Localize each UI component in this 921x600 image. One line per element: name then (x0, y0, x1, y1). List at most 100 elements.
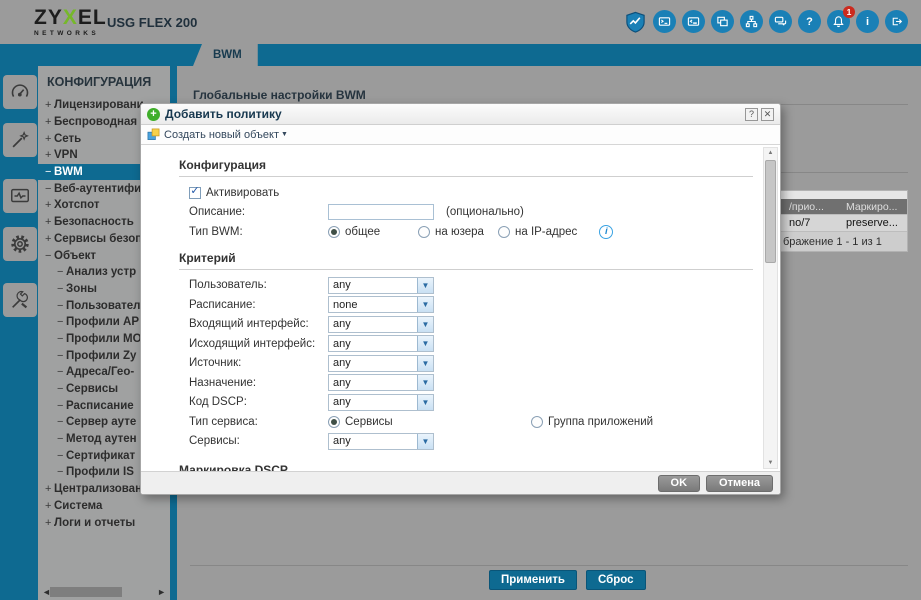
sidebar-horizontal-scrollbar[interactable]: ◄ ► (40, 586, 168, 598)
forum-chat-icon[interactable] (769, 10, 792, 33)
expand-toggle-icon[interactable]: − (57, 416, 66, 428)
expand-toggle-icon[interactable]: − (57, 433, 66, 445)
expand-toggle-icon[interactable]: − (45, 166, 54, 178)
chevron-down-icon[interactable]: ▼ (417, 297, 433, 312)
notification-bell-icon[interactable]: 1 (827, 10, 850, 33)
activate-label: Активировать (206, 187, 279, 199)
expand-toggle-icon[interactable]: − (57, 300, 66, 312)
dropdown-select[interactable]: any ▼ (328, 335, 434, 352)
chevron-down-icon[interactable]: ▼ (417, 434, 433, 449)
scrollbar-thumb[interactable] (765, 160, 776, 263)
dialog-help-button[interactable]: ? (745, 108, 758, 121)
expand-toggle-icon[interactable]: + (45, 517, 54, 529)
sidebar-item-label: Хотспот (54, 199, 99, 211)
scroll-up-icon[interactable]: ▲ (764, 150, 777, 156)
expand-toggle-icon[interactable]: + (45, 149, 54, 161)
expand-toggle-icon[interactable]: + (45, 483, 54, 495)
configuration-gear-icon[interactable] (3, 227, 37, 261)
tab-bwm[interactable]: BWM (193, 44, 258, 66)
dropdown-select[interactable]: any ▼ (328, 277, 434, 294)
criteria-label: Назначение: (189, 377, 328, 389)
logout-icon[interactable] (885, 10, 908, 33)
dialog-titlebar[interactable]: + Добавить политику ? ✕ (141, 104, 780, 125)
chevron-down-icon[interactable]: ▼ (417, 317, 433, 332)
sidebar-item-label: Безопасность (54, 216, 134, 228)
apply-button[interactable]: Применить (489, 570, 577, 590)
scroll-right-icon[interactable]: ► (157, 587, 166, 597)
dialog-close-icon[interactable]: ✕ (761, 108, 774, 121)
sidebar-item[interactable]: + Логи и отчеты (38, 514, 170, 531)
sidebar-item[interactable]: + Система (38, 498, 170, 515)
dropdown-select[interactable]: any ▼ (328, 316, 434, 333)
divider (190, 565, 908, 566)
expand-toggle-icon[interactable]: − (57, 283, 66, 295)
topology-icon[interactable] (740, 10, 763, 33)
reset-button[interactable]: Сброс (586, 570, 646, 590)
add-policy-dialog: + Добавить политику ? ✕ Создать новый об… (140, 103, 781, 495)
criteria-label: Код DSCP: (189, 396, 328, 408)
expand-toggle-icon[interactable]: − (57, 366, 66, 378)
ok-button[interactable]: OK (658, 475, 701, 492)
expand-toggle-icon[interactable]: + (45, 133, 54, 145)
cell-priority: no/7 (789, 217, 810, 229)
windows-stack-icon[interactable] (711, 10, 734, 33)
criteria-section-heading: Критерий (179, 251, 753, 270)
monitor-pulse-icon[interactable] (3, 179, 37, 213)
expand-toggle-icon[interactable]: − (57, 333, 66, 345)
info-icon[interactable]: i (599, 225, 613, 239)
expand-toggle-icon[interactable]: + (45, 216, 54, 228)
chevron-down-icon[interactable]: ▼ (417, 375, 433, 390)
maintenance-tools-icon[interactable] (3, 283, 37, 317)
dialog-title: Добавить политику (165, 107, 742, 121)
expand-toggle-icon[interactable]: − (57, 266, 66, 278)
expand-toggle-icon[interactable]: + (45, 500, 54, 512)
radio-per-ip[interactable] (498, 226, 510, 238)
dropdown-select[interactable]: any ▼ (328, 394, 434, 411)
service-type-label: Тип сервиса: (189, 416, 328, 428)
dropdown-select[interactable]: any ▼ (328, 355, 434, 372)
chevron-down-icon[interactable]: ▼ (417, 336, 433, 351)
activate-checkbox[interactable] (189, 187, 201, 199)
expand-toggle-icon[interactable]: − (45, 183, 54, 195)
expand-toggle-icon[interactable]: + (45, 199, 54, 211)
expand-toggle-icon[interactable]: − (57, 466, 66, 478)
cli-terminal-icon[interactable] (653, 10, 676, 33)
dropdown-select[interactable]: none ▼ (328, 296, 434, 313)
dropdown-select[interactable]: any ▼ (328, 433, 434, 450)
chevron-down-icon[interactable]: ▼ (417, 278, 433, 293)
create-new-object-button[interactable]: Создать новый объект (164, 129, 279, 141)
expand-toggle-icon[interactable]: + (45, 99, 54, 111)
expand-toggle-icon[interactable]: − (57, 400, 66, 412)
device-model: USG FLEX 200 (107, 0, 197, 44)
dropdown-select[interactable]: any ▼ (328, 374, 434, 391)
dialog-vertical-scrollbar[interactable]: ▲ ▼ (763, 147, 778, 469)
dashboard-gauge-icon[interactable] (3, 75, 37, 109)
chevron-down-icon[interactable]: ▼ (417, 356, 433, 371)
securereporter-shield-icon[interactable] (624, 10, 647, 33)
expand-toggle-icon[interactable]: + (45, 116, 54, 128)
chevron-down-icon[interactable]: ▼ (281, 131, 288, 138)
column-header[interactable]: /прио... (789, 201, 824, 213)
sidebar-item-label: Веб-аутентифи (54, 183, 141, 195)
radio-shared[interactable] (328, 226, 340, 238)
scroll-down-icon[interactable]: ▼ (764, 460, 777, 466)
help-icon[interactable]: ? (798, 10, 821, 33)
description-input[interactable] (328, 204, 434, 220)
expand-toggle-icon[interactable]: + (45, 233, 54, 245)
radio-app-group[interactable] (531, 416, 543, 428)
expand-toggle-icon[interactable]: − (57, 450, 66, 462)
expand-toggle-icon[interactable]: − (45, 250, 54, 262)
expand-toggle-icon[interactable]: − (57, 316, 66, 328)
expand-toggle-icon[interactable]: − (57, 383, 66, 395)
wizard-wand-icon[interactable] (3, 123, 37, 157)
cancel-button[interactable]: Отмена (706, 475, 773, 492)
radio-services[interactable] (328, 416, 340, 428)
column-header[interactable]: Маркиро... (846, 201, 897, 213)
about-info-icon[interactable]: i (856, 10, 879, 33)
sidebar-title: КОНФИГУРАЦИЯ (47, 75, 151, 89)
scrollbar-thumb[interactable] (50, 587, 122, 597)
radio-per-user[interactable] (418, 226, 430, 238)
expand-toggle-icon[interactable]: − (57, 350, 66, 362)
chevron-down-icon[interactable]: ▼ (417, 395, 433, 410)
web-console-icon[interactable] (682, 10, 705, 33)
